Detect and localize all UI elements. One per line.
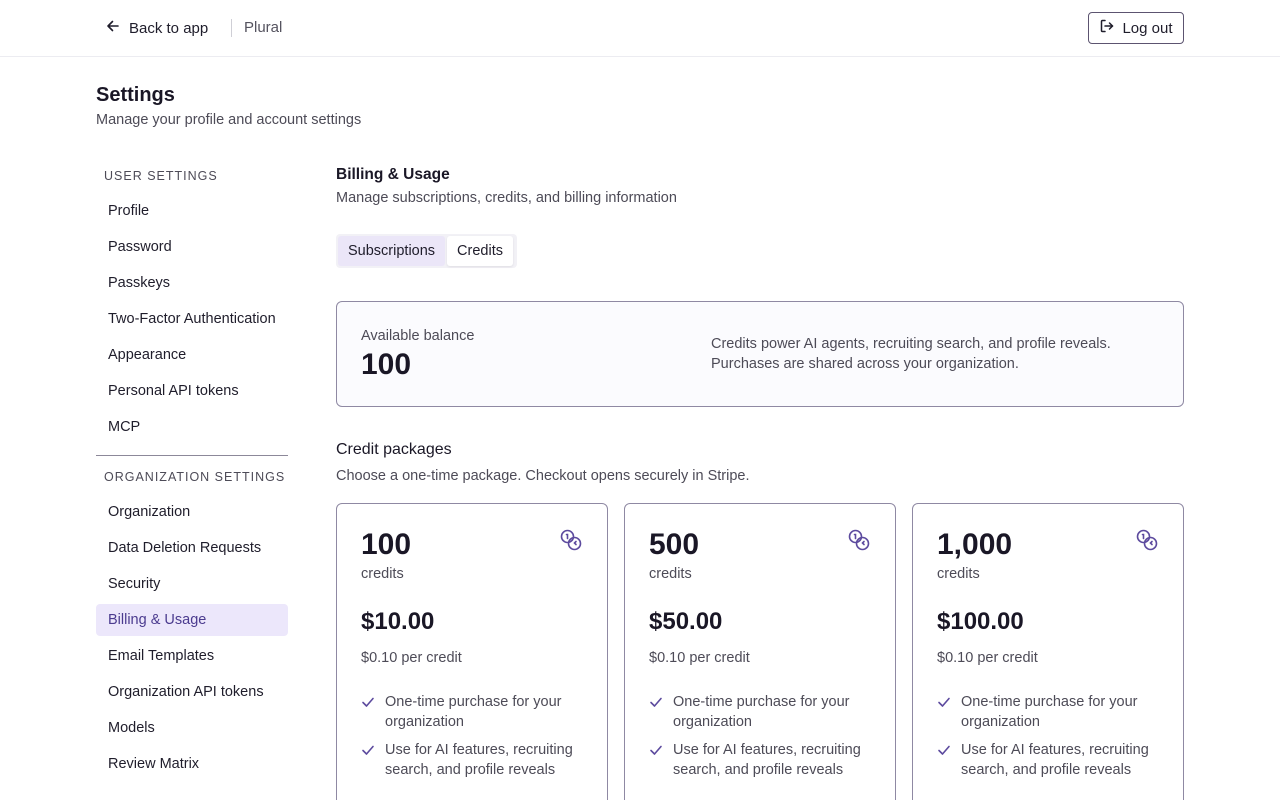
coins-icon <box>1135 528 1159 552</box>
log-out-icon <box>1099 18 1115 38</box>
header-divider <box>231 19 232 37</box>
package-unit: credits <box>937 566 980 582</box>
package-price: $10.00 <box>361 608 435 635</box>
package-feature: Use for AI features, recruiting search, … <box>937 740 1167 780</box>
package-unit: credits <box>361 566 404 582</box>
sidebar-item-models[interactable]: Models <box>96 712 288 744</box>
package-card[interactable]: 100 credits $10.00 $0.10 per credit One-… <box>336 503 608 800</box>
package-feature-text: One-time purchase for your organization <box>673 694 850 730</box>
package-amount: 500 <box>649 528 700 561</box>
package-amount: 100 <box>361 528 412 561</box>
balance-card: Available balance 100 Credits power AI a… <box>336 301 1184 407</box>
section-subtitle: Manage subscriptions, credits, and billi… <box>336 190 677 206</box>
log-out-label: Log out <box>1122 19 1173 37</box>
balance-label: Available balance <box>361 328 475 344</box>
top-bar: Back to app Plural Log out <box>0 0 1280 57</box>
tab-subscriptions[interactable]: Subscriptions <box>338 236 446 266</box>
package-feature: One-time purchase for your organization <box>361 692 591 732</box>
sidebar-item-organization[interactable]: Organization <box>96 496 288 528</box>
page-title: Settings <box>96 84 175 106</box>
package-feature-text: One-time purchase for your organization <box>385 694 562 730</box>
package-feature: Use for AI features, recruiting search, … <box>649 740 879 780</box>
check-icon <box>650 745 662 755</box>
package-per-credit: $0.10 per credit <box>649 650 750 666</box>
package-feature-text: One-time purchase for your organization <box>961 694 1138 730</box>
package-amount: 1,000 <box>937 528 1013 561</box>
sidebar-item-billing-usage[interactable]: Billing & Usage <box>96 604 288 636</box>
package-price: $100.00 <box>937 608 1024 635</box>
package-feature-text: Use for AI features, recruiting search, … <box>673 742 861 778</box>
sidebar-item-review-matrix[interactable]: Review Matrix <box>96 748 288 780</box>
package-feature: One-time purchase for your organization <box>649 692 879 732</box>
package-per-credit: $0.10 per credit <box>361 650 462 666</box>
section-title: Billing & Usage <box>336 166 450 183</box>
package-feature: One-time purchase for your organization <box>937 692 1167 732</box>
check-icon <box>362 745 374 755</box>
check-icon <box>650 697 662 707</box>
credit-packages-title: Credit packages <box>336 441 452 458</box>
check-icon <box>362 697 374 707</box>
package-feature-text: Use for AI features, recruiting search, … <box>385 742 573 778</box>
back-to-app-label: Back to app <box>129 19 209 37</box>
sidebar-item-passkeys[interactable]: Passkeys <box>96 267 288 299</box>
log-out-button[interactable]: Log out <box>1088 12 1184 44</box>
sidebar-item-mcp[interactable]: MCP <box>96 411 288 443</box>
sidebar-item-security[interactable]: Security <box>96 568 288 600</box>
sidebar-divider <box>96 455 288 456</box>
page-subtitle: Manage your profile and account settings <box>96 112 362 128</box>
coins-icon <box>559 528 583 552</box>
brand-name: Plural <box>244 19 283 36</box>
user-settings-heading: USER SETTINGS <box>104 169 218 183</box>
package-feature-text: Use for AI features, recruiting search, … <box>961 742 1149 778</box>
back-to-app-link[interactable]: Back to app <box>105 17 208 39</box>
package-card[interactable]: 500 credits $50.00 $0.10 per credit One-… <box>624 503 896 800</box>
package-price: $50.00 <box>649 608 723 635</box>
sidebar-item-two-factor[interactable]: Two-Factor Authentication <box>96 303 288 335</box>
package-feature: Use for AI features, recruiting search, … <box>361 740 591 780</box>
balance-note: Credits power AI agents, recruiting sear… <box>711 336 1111 372</box>
sidebar-item-email-templates[interactable]: Email Templates <box>96 640 288 672</box>
arrow-left-icon <box>105 18 121 38</box>
package-unit: credits <box>649 566 692 582</box>
credit-packages-subtitle: Choose a one-time package. Checkout open… <box>336 468 750 484</box>
sidebar-item-password[interactable]: Password <box>96 231 288 263</box>
package-card[interactable]: 1,000 credits $100.00 $0.10 per credit O… <box>912 503 1184 800</box>
balance-value: 100 <box>361 348 412 381</box>
sidebar-item-profile[interactable]: Profile <box>96 195 288 227</box>
sidebar-item-organization-api-tokens[interactable]: Organization API tokens <box>96 676 288 708</box>
tab-credits[interactable]: Credits <box>447 236 513 266</box>
check-icon <box>938 745 950 755</box>
package-per-credit: $0.10 per credit <box>937 650 1038 666</box>
sidebar-item-data-deletion-requests[interactable]: Data Deletion Requests <box>96 532 288 564</box>
billing-tabs: Subscriptions Credits <box>336 234 517 268</box>
organization-settings-heading: ORGANIZATION SETTINGS <box>104 470 286 484</box>
check-icon <box>938 697 950 707</box>
sidebar-item-appearance[interactable]: Appearance <box>96 339 288 371</box>
sidebar-item-personal-api-tokens[interactable]: Personal API tokens <box>96 375 288 407</box>
coins-icon <box>847 528 871 552</box>
